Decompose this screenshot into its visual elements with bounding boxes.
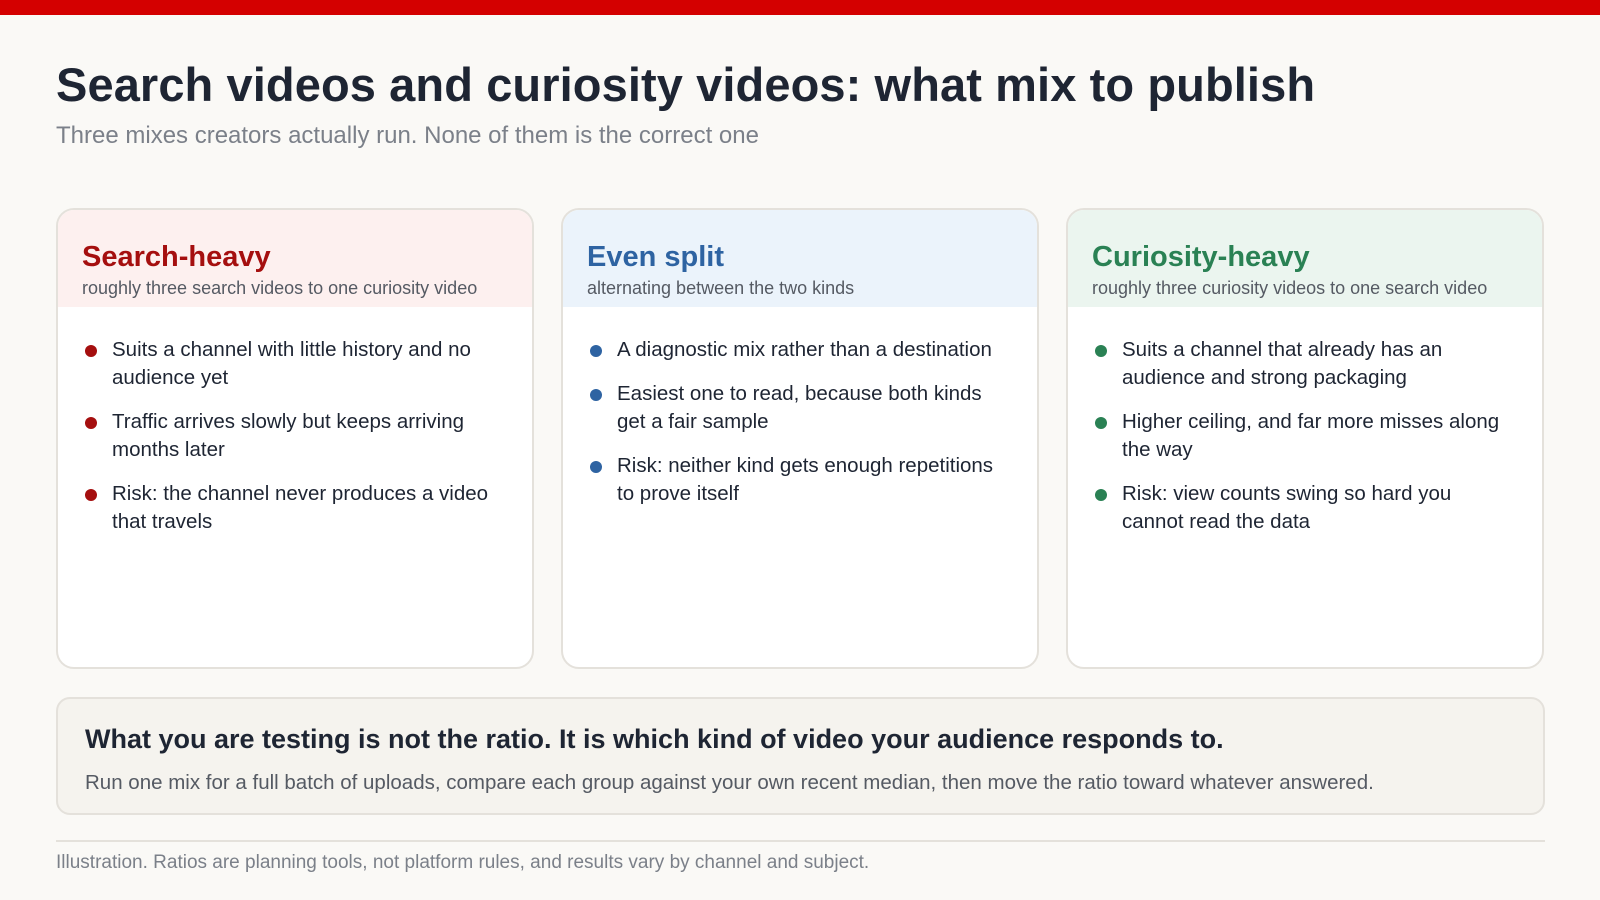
card-header: Curiosity-heavy roughly three curiosity … [1068,210,1542,307]
card-subtitle: roughly three search videos to one curio… [82,278,478,298]
bullet-text: Risk: the channel never produces a video… [112,482,489,533]
bullet-text: Higher ceiling, and far more misses alon… [1122,410,1500,461]
list-item: Risk: the channel never produces a video… [82,480,508,536]
bullet-dot-icon [590,461,602,473]
top-accent-bar [0,0,1600,15]
card-header: Even split alternating between the two k… [563,210,1037,307]
bullet-dot-icon [1095,417,1107,429]
bullet-dot-icon [85,489,97,501]
list-item: Risk: view counts swing so hard you cann… [1092,480,1518,536]
list-item: A diagnostic mix rather than a destinati… [587,336,1013,364]
list-item: Traffic arrives slowly but keeps arrivin… [82,408,508,464]
list-item: Higher ceiling, and far more misses alon… [1092,408,1518,464]
bullet-dot-icon [590,345,602,357]
bullet-dot-icon [590,389,602,401]
page-subtitle: Three mixes creators actually run. None … [56,122,759,149]
callout-body: Run one mix for a full batch of uploads,… [85,771,1374,794]
bullet-list: A diagnostic mix rather than a destinati… [563,307,1037,508]
mix-cards: Search-heavy roughly three search videos… [56,208,1544,669]
bullet-dot-icon [1095,345,1107,357]
bullet-text: Traffic arrives slowly but keeps arrivin… [112,410,465,461]
bullet-text: Risk: view counts swing so hard you cann… [1122,482,1452,533]
list-item: Suits a channel with little history and … [82,336,508,392]
bullet-list: Suits a channel with little history and … [58,307,532,536]
card-header: Search-heavy roughly three search videos… [58,210,532,307]
footnote: Illustration. Ratios are planning tools,… [56,852,870,873]
bullet-dot-icon [85,345,97,357]
bullet-text: A diagnostic mix rather than a destinati… [617,338,992,361]
list-item: Suits a channel that already has an audi… [1092,336,1518,392]
page-title: Search videos and curiosity videos: what… [56,58,1316,111]
card-title: Curiosity-heavy [1092,241,1310,273]
card-subtitle: roughly three curiosity videos to one se… [1092,278,1488,298]
list-item: Risk: neither kind gets enough repetitio… [587,452,1013,508]
card-title: Search-heavy [82,241,271,273]
callout-heading: What you are testing is not the ratio. I… [85,724,1224,754]
bullet-dot-icon [1095,489,1107,501]
card-subtitle: alternating between the two kinds [587,278,855,298]
bullet-text: Easiest one to read, because both kinds … [617,382,982,433]
bullet-dot-icon [85,417,97,429]
footer-divider [56,840,1545,842]
card-curiosity-heavy: Curiosity-heavy roughly three curiosity … [1066,208,1544,669]
card-search-heavy: Search-heavy roughly three search videos… [56,208,534,669]
list-item: Easiest one to read, because both kinds … [587,380,1013,436]
bullet-list: Suits a channel that already has an audi… [1068,307,1542,536]
bullet-text: Suits a channel with little history and … [112,338,471,389]
callout-box: What you are testing is not the ratio. I… [56,697,1545,815]
bullet-text: Suits a channel that already has an audi… [1122,338,1443,389]
bullet-text: Risk: neither kind gets enough repetitio… [617,454,994,505]
card-even-split: Even split alternating between the two k… [561,208,1039,669]
card-title: Even split [587,241,724,273]
